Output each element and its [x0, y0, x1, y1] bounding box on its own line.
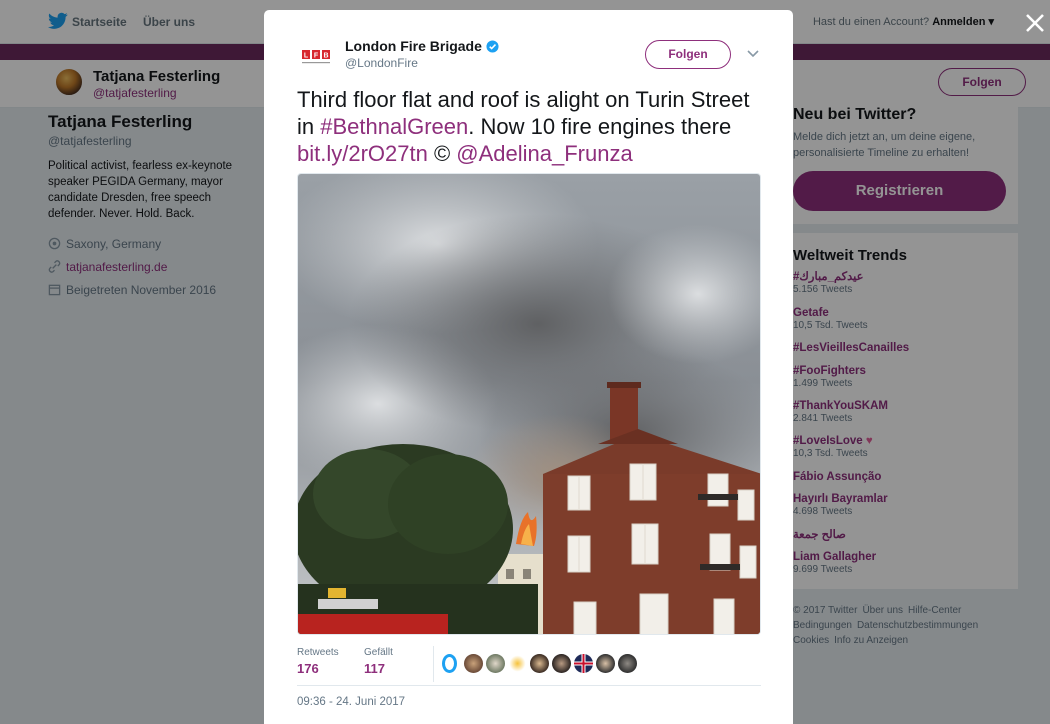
close-icon[interactable] — [1024, 12, 1046, 34]
avatar[interactable] — [530, 654, 549, 673]
chevron-down-icon[interactable] — [747, 48, 759, 58]
avatar[interactable] — [442, 654, 457, 673]
tweet-text-part: © — [427, 141, 457, 166]
svg-text:B: B — [323, 53, 328, 60]
avatar[interactable] — [618, 654, 637, 673]
hashtag-link[interactable]: #BethnalGreen — [320, 114, 468, 139]
tweet-text-part: . Now 10 fire engines there — [468, 114, 732, 139]
svg-text:F: F — [314, 53, 319, 60]
retweets-label[interactable]: Retweets — [297, 647, 339, 658]
tweet-follow-button[interactable]: Folgen — [645, 40, 731, 69]
stats-divider — [433, 646, 434, 682]
tweet-handle[interactable]: @LondonFire — [345, 56, 418, 70]
likes-count[interactable]: 117 — [364, 661, 385, 676]
svg-text:L: L — [304, 53, 309, 60]
stats-bottom-divider — [297, 685, 761, 686]
url-link[interactable]: bit.ly/2rO27tn — [297, 141, 428, 166]
verified-badge-icon — [486, 40, 499, 53]
tweet-text: Third floor flat and roof is alight on T… — [297, 86, 767, 167]
avatar[interactable] — [508, 654, 527, 673]
lfb-logo-icon[interactable]: L F B — [301, 45, 331, 67]
mention-link[interactable]: @Adelina_Frunza — [456, 141, 632, 166]
likes-label[interactable]: Gefällt — [364, 647, 393, 658]
retweets-count[interactable]: 176 — [297, 661, 319, 676]
avatar[interactable] — [486, 654, 505, 673]
tweet-author[interactable]: London Fire Brigade — [345, 38, 499, 54]
union-flag-icon — [574, 654, 593, 673]
avatar[interactable] — [552, 654, 571, 673]
tweet-photo[interactable] — [297, 173, 761, 635]
avatar[interactable] — [596, 654, 615, 673]
tweet-author-name[interactable]: London Fire Brigade — [345, 38, 482, 54]
tweet-modal: L F B London Fire Brigade @LondonFire Fo… — [264, 10, 793, 724]
fire-photo-illustration — [298, 174, 760, 634]
tweet-timestamp[interactable]: 09:36 - 24. Juni 2017 — [297, 696, 405, 708]
avatar[interactable] — [464, 654, 483, 673]
avatar[interactable] — [574, 654, 593, 673]
